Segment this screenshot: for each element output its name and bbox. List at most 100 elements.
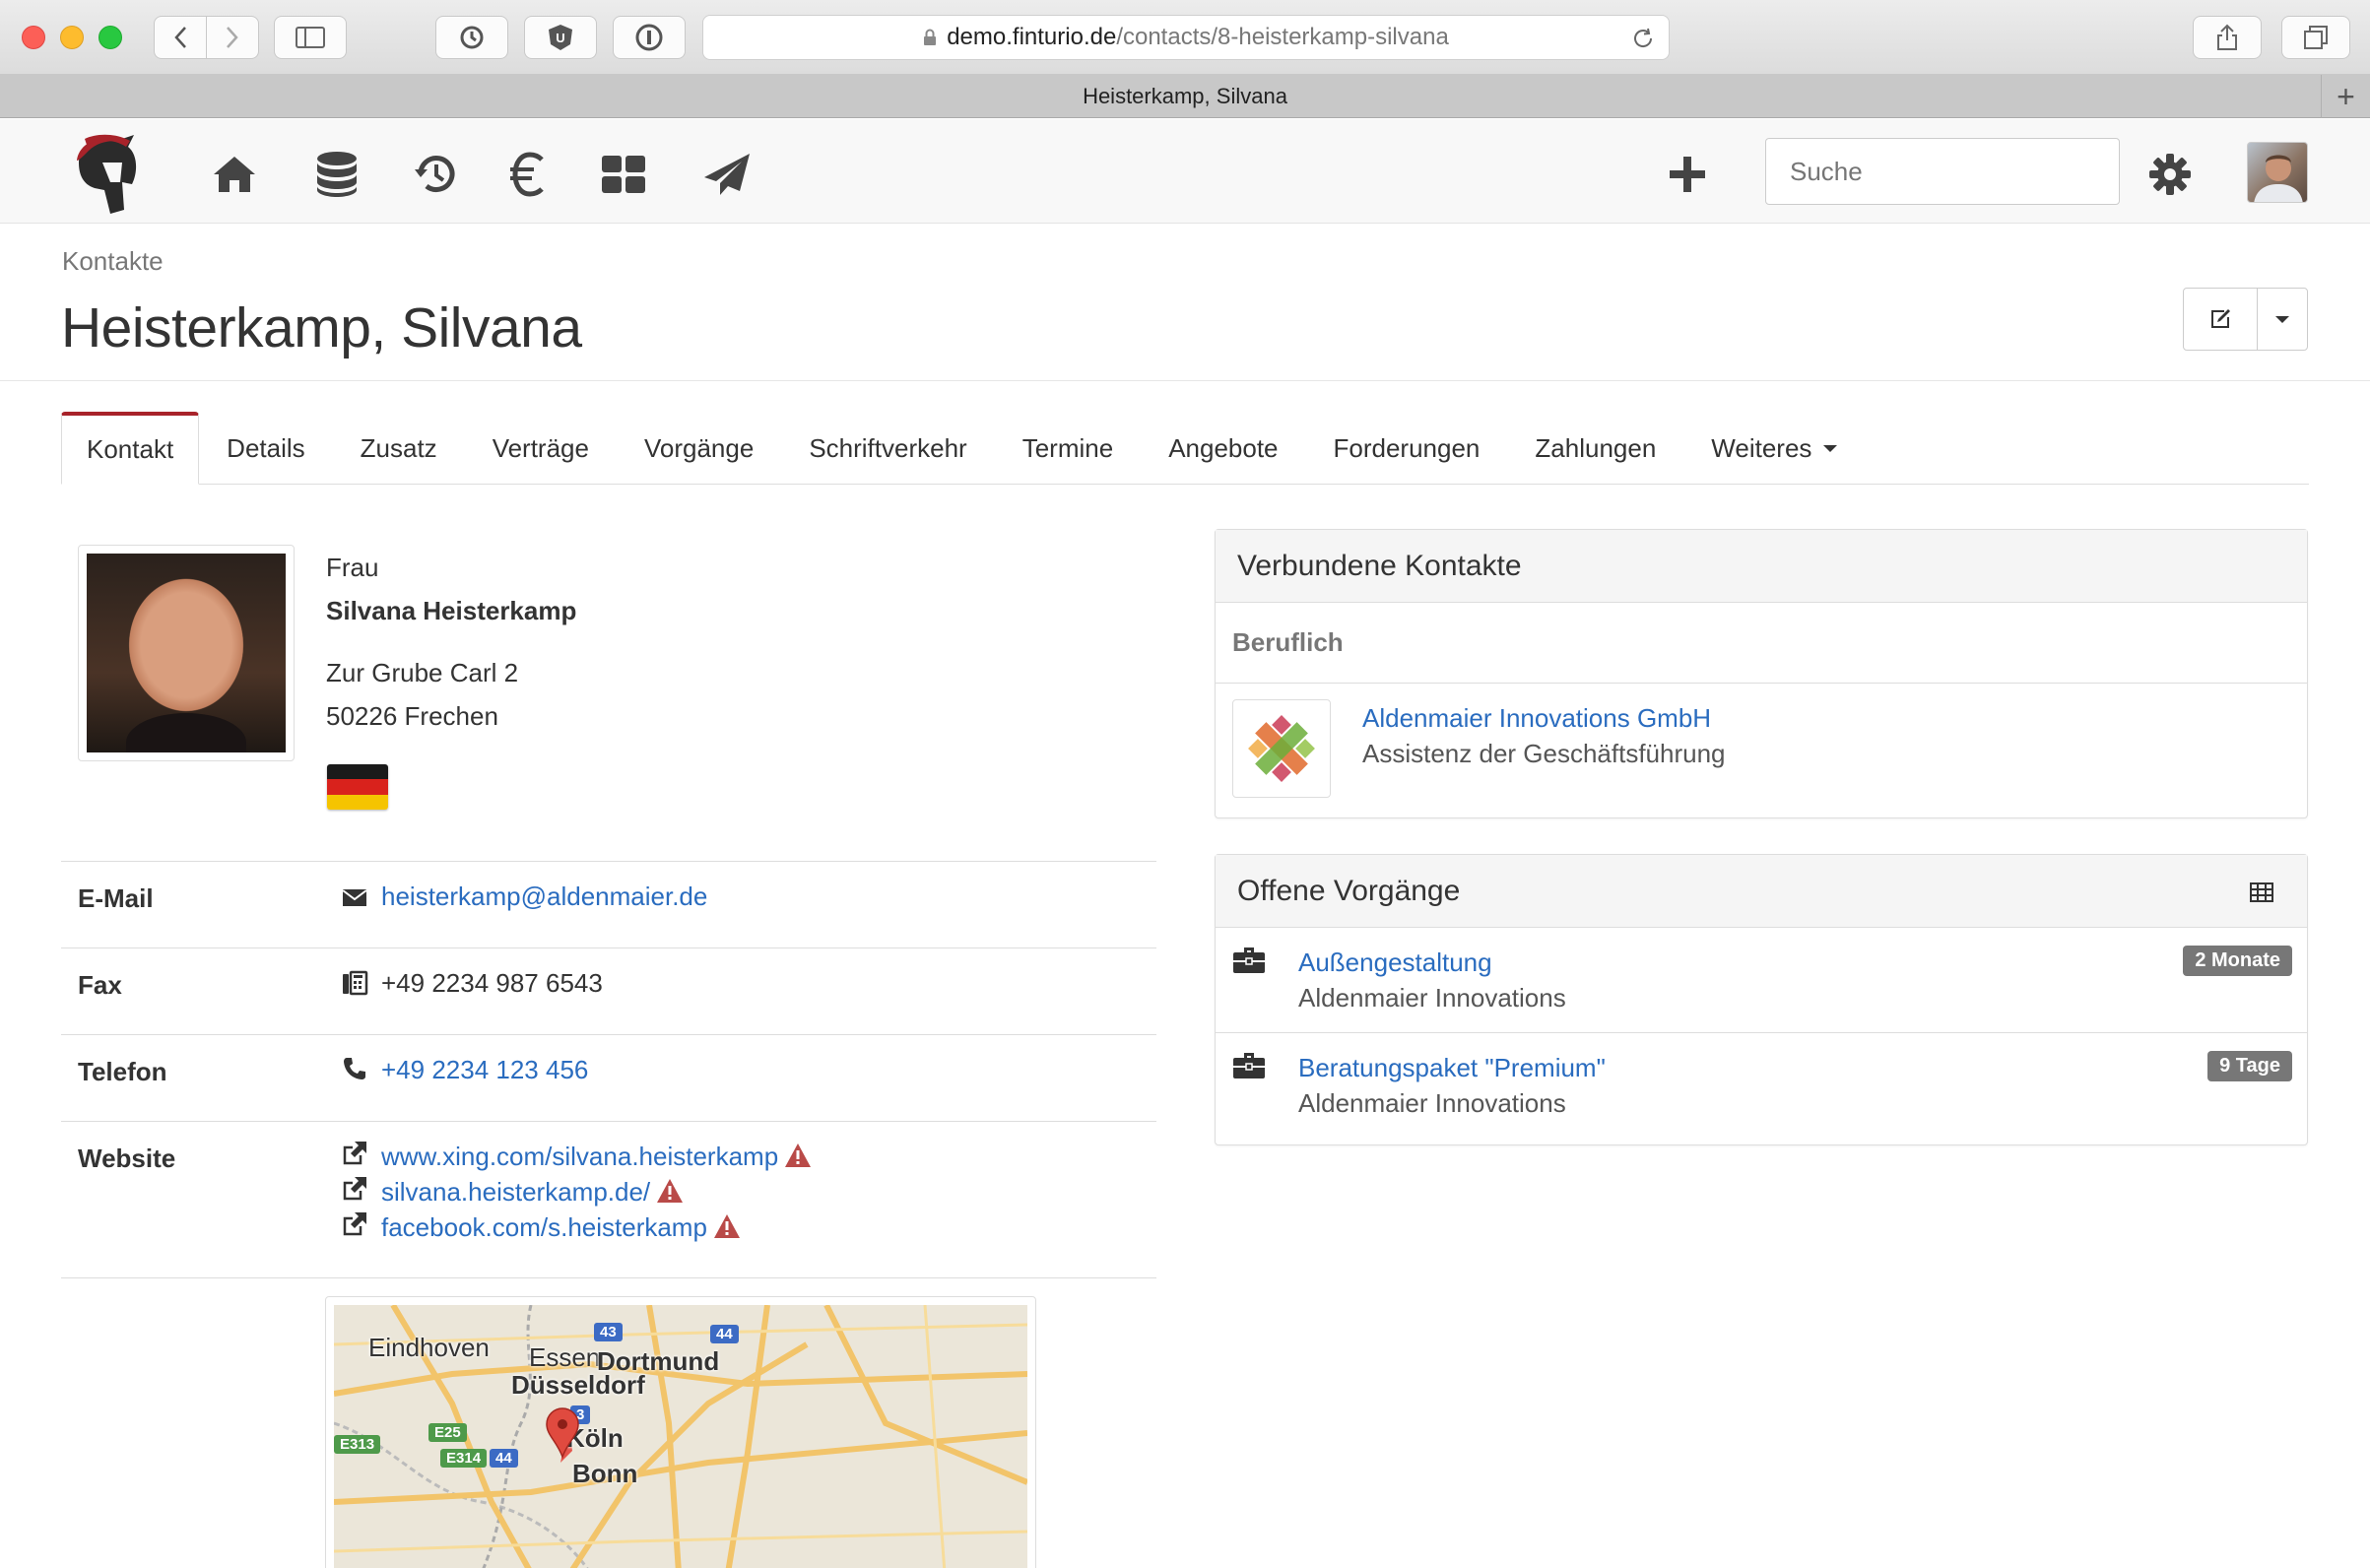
share-icon [2217, 24, 2237, 50]
location-map[interactable]: Eindhoven Essen Dortmund Düsseldorf Köln… [325, 1296, 1036, 1568]
highway-shield: E25 [428, 1423, 467, 1442]
briefcase-icon [1233, 947, 1265, 973]
url-path: /contacts/8-heisterkamp-silvana [1116, 24, 1449, 50]
svg-text:U: U [556, 31, 564, 45]
history-icon[interactable] [410, 149, 461, 200]
warning-icon [785, 1143, 812, 1167]
sidebar-button[interactable] [274, 16, 347, 59]
panel-title: Offene Vorgänge [1237, 874, 1461, 907]
ublock-icon: U [549, 25, 572, 50]
database-icon[interactable] [311, 149, 362, 200]
age-badge: 9 Tage [2207, 1051, 2292, 1081]
email-link[interactable]: heisterkamp@aldenmaier.de [381, 882, 707, 912]
dashboard-grid-icon[interactable] [598, 149, 649, 200]
chevron-left-icon [174, 27, 186, 48]
address-bar[interactable]: demo.finturio.de/contacts/8-heisterkamp-… [702, 15, 1670, 60]
process-link[interactable]: Beratungspaket "Premium" [1298, 1053, 1606, 1083]
email-row: E-Mail heisterkamp@aldenmaier.de [61, 861, 1156, 947]
fax-icon [343, 970, 368, 996]
process-row: Beratungspaket "Premium" Aldenmaier Inno… [1216, 1032, 2307, 1137]
browser-tab-bar: Heisterkamp, Silvana + [0, 75, 2370, 118]
panel-title: Verbundene Kontakte [1216, 530, 2307, 603]
browser-toolbar: U demo.finturio.de/contacts/8-heisterkam… [0, 0, 2370, 75]
fax-row: Fax +49 2234 987 6543 [61, 947, 1156, 1034]
process-company: Aldenmaier Innovations [1298, 1088, 1566, 1118]
phone-row: Telefon +49 2234 123 456 [61, 1034, 1156, 1121]
panel-header: Offene Vorgänge [1216, 855, 2307, 928]
zoom-window-button[interactable] [99, 26, 122, 49]
tab-schriftverkehr[interactable]: Schriftverkehr [781, 412, 994, 485]
chevron-right-icon [227, 27, 238, 48]
tabs-overview-button[interactable] [2281, 16, 2350, 59]
tab-details[interactable]: Details [199, 412, 332, 485]
external-link-icon [343, 1212, 366, 1236]
euro-icon[interactable] [502, 149, 554, 200]
edit-button[interactable] [2184, 289, 2259, 350]
street: Zur Grube Carl 2 [326, 658, 519, 687]
group-heading: Beruflich [1216, 603, 2307, 684]
edit-button-group [2183, 288, 2308, 351]
phone-label: Telefon [78, 1057, 167, 1086]
back-button[interactable] [154, 16, 207, 59]
tab-termine[interactable]: Termine [995, 412, 1141, 485]
map-label: Essen [529, 1342, 601, 1372]
company-link[interactable]: Aldenmaier Innovations GmbH [1362, 703, 1711, 734]
send-icon[interactable] [701, 149, 753, 200]
tab-kontakt[interactable]: Kontakt [61, 412, 200, 485]
plus-icon: + [2337, 78, 2355, 114]
envelope-icon [342, 889, 367, 906]
breadcrumb[interactable]: Kontakte [62, 246, 164, 277]
map-canvas[interactable]: Eindhoven Essen Dortmund Düsseldorf Köln… [334, 1305, 1027, 1568]
browser-tab-title[interactable]: Heisterkamp, Silvana [1083, 84, 1287, 109]
tab-weiteres[interactable]: Weiteres [1683, 412, 1865, 485]
contact-photo-image [87, 554, 286, 752]
website-link[interactable]: www.xing.com/silvana.heisterkamp [381, 1142, 778, 1171]
highway-shield: 43 [594, 1323, 623, 1341]
spartan-helmet-logo[interactable] [65, 133, 146, 216]
settings-gear-icon[interactable] [2144, 149, 2196, 200]
sidebar-icon [296, 27, 325, 48]
company-role: Assistenz der Geschäftsführung [1362, 739, 1726, 768]
table-view-icon[interactable] [2250, 882, 2273, 902]
website-link[interactable]: silvana.heisterkamp.de/ [381, 1177, 650, 1207]
home-icon[interactable] [209, 149, 260, 200]
map-label: Eindhoven [368, 1333, 490, 1362]
extension-button-1[interactable] [435, 16, 508, 59]
user-avatar[interactable] [2247, 142, 2308, 203]
tab-zahlungen[interactable]: Zahlungen [1507, 412, 1683, 485]
caret-down-icon [1823, 444, 1838, 452]
phone-link[interactable]: +49 2234 123 456 [381, 1055, 588, 1085]
close-window-button[interactable] [22, 26, 45, 49]
tab-angebote[interactable]: Angebote [1141, 412, 1305, 485]
external-link-icon [343, 1142, 366, 1165]
reload-icon[interactable] [1631, 27, 1655, 50]
website-entry-1: www.xing.com/silvana.heisterkamp [381, 1142, 812, 1172]
tab-vorgaenge[interactable]: Vorgänge [617, 412, 781, 485]
extension-button-2[interactable]: U [524, 16, 597, 59]
more-actions-dropdown[interactable] [2258, 289, 2307, 350]
share-button[interactable] [2193, 16, 2262, 59]
contact-tabs: Kontakt Details Zusatz Verträge Vorgänge… [61, 412, 2309, 485]
tab-forderungen[interactable]: Forderungen [1306, 412, 1508, 485]
search-input[interactable] [1765, 138, 2120, 205]
page-title: Heisterkamp, Silvana [61, 296, 582, 359]
process-link[interactable]: Außengestaltung [1298, 947, 1492, 978]
tab-vertraege[interactable]: Verträge [465, 412, 617, 485]
new-tab-button[interactable]: + [2321, 75, 2370, 118]
highway-shield: 44 [490, 1449, 518, 1468]
germany-flag-icon [327, 764, 388, 810]
add-new-button[interactable] [1662, 149, 1713, 200]
minimize-window-button[interactable] [60, 26, 84, 49]
connected-contacts-panel: Verbundene Kontakte Beruflich Aldenmaier… [1215, 529, 2308, 818]
website-entry-3: facebook.com/s.heisterkamp [381, 1212, 741, 1243]
extension-button-3[interactable] [613, 16, 686, 59]
forward-button[interactable] [206, 16, 259, 59]
open-processes-panel: Offene Vorgänge Außengestaltung Aldenmai… [1215, 854, 2308, 1145]
tab-zusatz[interactable]: Zusatz [333, 412, 465, 485]
website-link[interactable]: facebook.com/s.heisterkamp [381, 1212, 707, 1242]
highway-shield: 44 [710, 1325, 739, 1343]
age-badge: 2 Monate [2183, 946, 2292, 976]
warning-icon [713, 1214, 740, 1238]
briefcase-icon [1233, 1053, 1265, 1078]
connected-company: Aldenmaier Innovations GmbH Assistenz de… [1216, 684, 2307, 814]
